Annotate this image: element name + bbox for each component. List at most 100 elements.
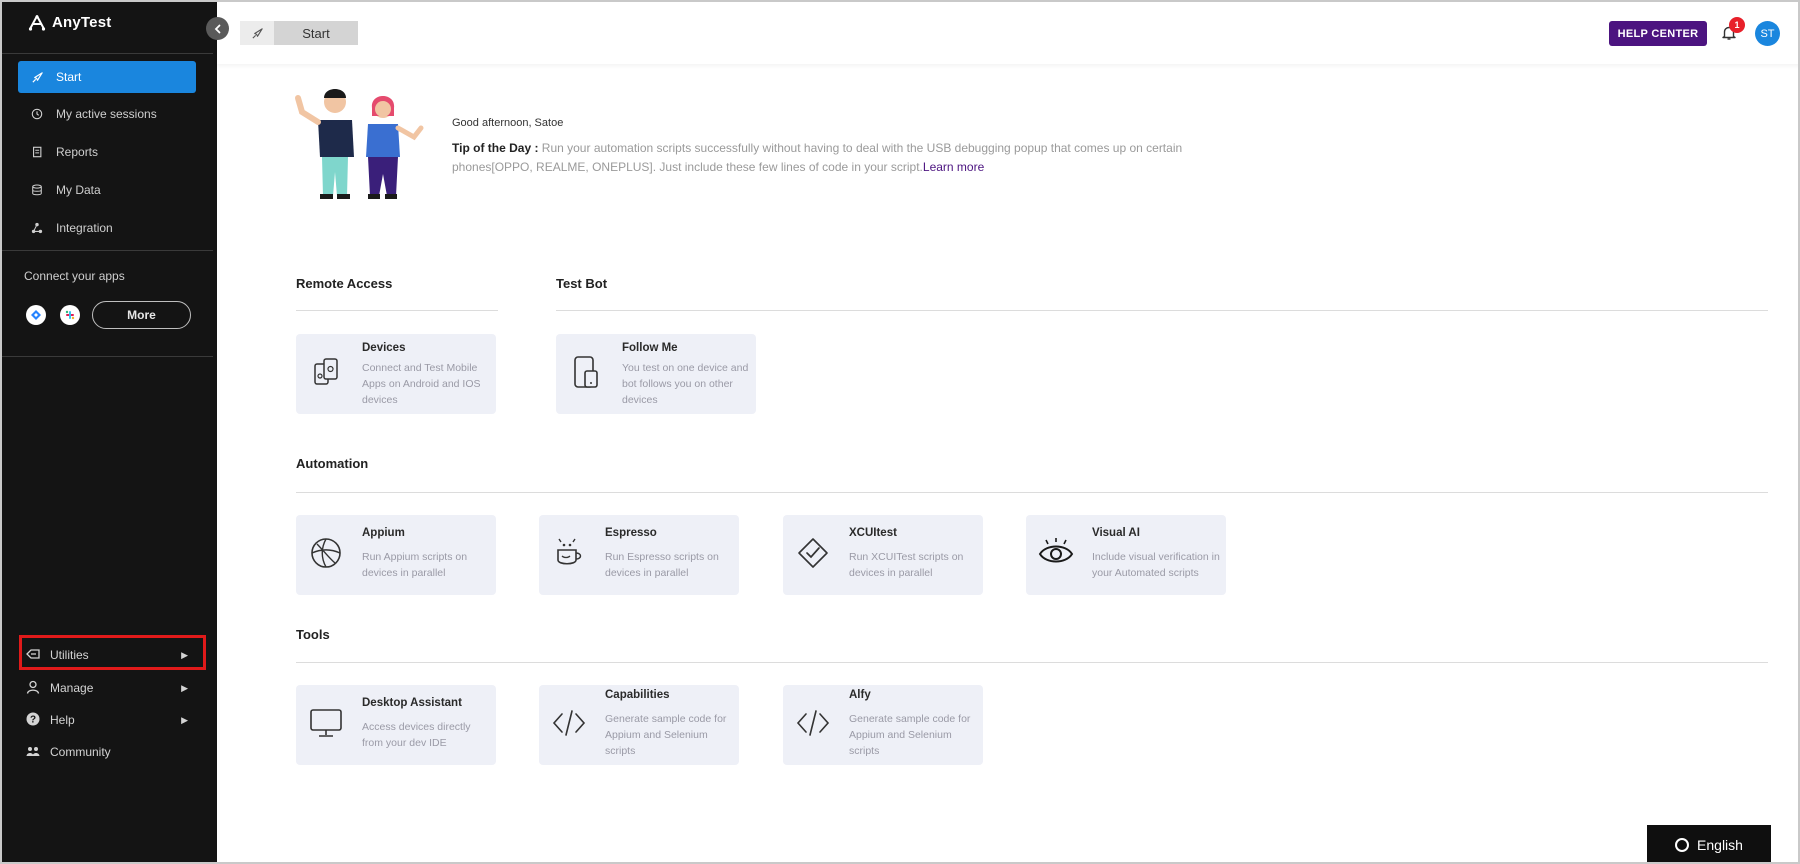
card-description: You test on one device and bot follows y… [622,362,749,406]
chevron-left-icon [214,24,220,33]
section-divider [296,310,498,311]
language-label: English [1697,836,1743,853]
monitor-icon [308,705,344,741]
code-icon [551,705,587,741]
section-title-test-bot: Test Bot [556,276,608,291]
card-description: Generate sample code for Appium and Sele… [849,713,971,757]
top-bar: Start HELP CENTER 1 ST [217,0,1800,64]
breadcrumb-home[interactable] [240,21,274,45]
card-title: Visual AI [1092,527,1140,539]
tip-of-the-day: Tip of the Day : Run your automation scr… [452,139,1212,177]
more-apps-button[interactable]: More [92,301,191,329]
card-title: Devices [362,342,406,354]
tip-text: Run your automation scripts successfully… [452,141,1183,174]
clock-icon [30,107,44,121]
svg-text:?: ? [30,714,36,725]
card-capabilities[interactable]: Capabilities Generate sample code for Ap… [539,685,739,765]
user-avatar[interactable]: ST [1755,21,1780,46]
sidebar-item-label: My active sessions [56,107,157,121]
follow-me-icon [568,354,604,390]
sidebar-item-label: Reports [56,145,99,159]
card-xcuitest[interactable]: XCUItest Run XCUITest scripts on devices… [783,515,983,595]
sidebar-item-my-data[interactable]: My Data [18,174,196,206]
sidebar-item-integration[interactable]: Integration [18,212,196,244]
card-description: Generate sample code for Appium and Sele… [605,713,727,757]
sidebar-item-label: Manage [50,681,94,695]
card-description: Run Appium scripts on devices in paralle… [362,551,468,579]
code-icon [795,705,831,741]
database-icon [30,183,44,197]
sidebar-item-manage[interactable]: Manage ▶ [26,677,194,699]
submenu-arrow-icon: ▶ [181,682,188,693]
welcome-illustration [295,89,424,199]
card-devices[interactable]: Devices Connect and Test Mobile Apps on … [296,334,496,414]
card-title: Capabilities [605,689,670,701]
brand-logo[interactable]: AnyTest [28,14,111,31]
card-title: Appium [362,527,405,539]
submenu-arrow-icon: ▶ [181,714,188,725]
connect-apps-label: Connect your apps [24,269,125,283]
section-divider [296,662,1768,663]
logo-icon [28,14,46,31]
section-title-tools: Tools [296,627,330,642]
section-title-remote-access: Remote Access [296,276,393,291]
community-icon [26,745,40,760]
tip-label: Tip of the Day : [452,141,539,155]
card-title: Alfy [849,689,871,701]
help-center-button[interactable]: HELP CENTER [1609,21,1707,46]
card-espresso[interactable]: Espresso Run Espresso scripts on devices… [539,515,739,595]
card-appium[interactable]: Appium Run Appium scripts on devices in … [296,515,496,595]
sidebar-item-community[interactable]: Community [26,741,194,763]
card-desktop-assistant[interactable]: Desktop Assistant Access devices directl… [296,685,496,765]
sidebar-item-label: Start [56,70,82,84]
sidebar-item-label: Help [50,713,75,727]
breadcrumb-start[interactable]: Start [274,21,358,45]
card-description: Access devices directly from your dev ID… [362,721,471,749]
sidebar-item-start[interactable]: Start [18,61,196,93]
card-title: Desktop Assistant [362,697,462,709]
section-divider [556,310,1768,311]
eye-icon [1038,535,1074,571]
card-description: Run Espresso scripts on devices in paral… [605,551,719,579]
card-description: Run XCUITest scripts on devices in paral… [849,551,964,579]
slack-app-icon[interactable] [60,305,80,325]
section-divider [296,492,1768,493]
sidebar-item-label: Community [50,745,111,759]
brand-name: AnyTest [52,14,112,31]
espresso-icon [551,535,587,571]
integration-icon [30,221,44,235]
sidebar: AnyTest Start My active sessions Reports… [0,0,217,864]
rocket-icon [30,70,44,84]
language-icon [1675,837,1690,852]
devices-icon [308,354,344,390]
notification-count-badge: 1 [1729,17,1745,33]
card-alfy[interactable]: Alfy Generate sample code for Appium and… [783,685,983,765]
jira-app-icon[interactable] [26,305,46,325]
sidebar-divider [0,356,213,357]
card-visual-ai[interactable]: Visual AI Include visual verification in… [1026,515,1226,595]
card-follow-me[interactable]: Follow Me You test on one device and bot… [556,334,756,414]
question-icon: ? [26,712,40,729]
language-selector[interactable]: English [1647,825,1771,864]
appium-icon [308,535,344,571]
card-description: Connect and Test Mobile Apps on Android … [362,362,481,406]
sidebar-item-reports[interactable]: Reports [18,136,196,168]
rocket-icon [251,27,263,39]
sidebar-item-my-active-sessions[interactable]: My active sessions [18,98,196,130]
user-icon [26,680,40,697]
section-title-automation: Automation [296,456,369,471]
sidebar-item-label: My Data [56,183,101,197]
learn-more-link[interactable]: Learn more [923,160,984,174]
sidebar-item-label: Integration [56,221,113,235]
report-icon [30,145,44,159]
utilities-highlight-box [19,635,206,670]
card-title: Espresso [605,527,657,539]
sidebar-divider [0,53,213,54]
card-description: Include visual verification in your Auto… [1092,551,1220,579]
greeting-text: Good afternoon, Satoe [452,117,564,129]
collapse-sidebar-button[interactable] [206,17,229,40]
sidebar-divider [0,250,213,251]
card-title: XCUItest [849,527,897,539]
card-title: Follow Me [622,342,678,354]
sidebar-item-help[interactable]: ? Help ▶ [26,709,194,731]
